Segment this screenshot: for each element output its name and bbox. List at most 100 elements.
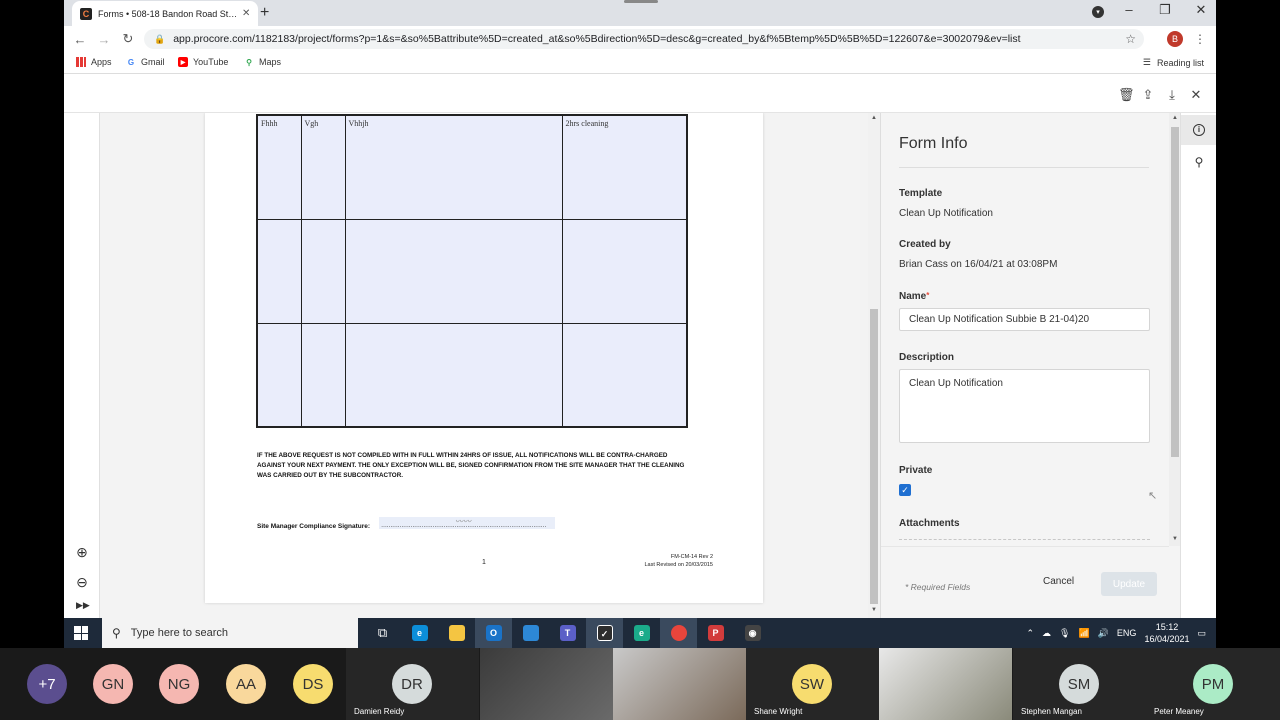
scroll-thumb[interactable] — [870, 309, 878, 604]
description-textarea[interactable]: Clean Up Notification — [899, 369, 1150, 443]
notifications-icon[interactable]: ▭ — [1197, 628, 1206, 639]
drag-grip[interactable] — [624, 0, 658, 3]
update-button[interactable]: Update — [1101, 572, 1157, 596]
scroll-down-icon[interactable]: ▼ — [871, 607, 877, 613]
close-icon[interactable]: ✕ — [1190, 87, 1202, 103]
chrome-icon[interactable] — [660, 618, 697, 648]
microphone-icon[interactable]: 🎙 — [1059, 628, 1070, 639]
bookmark-apps[interactable]: Apps — [76, 57, 112, 67]
participant-video[interactable] — [879, 648, 1012, 720]
youtube-icon: ▶ — [178, 57, 188, 67]
name-input[interactable]: Clean Up Notification Subbie B 21-04)20 — [899, 308, 1150, 331]
scroll-up-icon[interactable]: ▲ — [871, 115, 877, 121]
participant-video[interactable] — [480, 648, 613, 720]
overflow-badge: +7 — [27, 664, 67, 704]
scroll-thumb[interactable] — [1171, 127, 1179, 457]
form-table: Fhhh Vgh Vhhjh 2hrs cleaning — [256, 114, 688, 428]
minimize-icon[interactable]: – — [1122, 2, 1136, 18]
tab-search-icon[interactable]: ▾ — [1092, 6, 1104, 18]
private-checkbox[interactable]: ✓ — [899, 484, 911, 496]
zoom-in-icon[interactable]: ⊕ — [73, 544, 91, 562]
onedrive-icon[interactable]: ☁ — [1042, 628, 1051, 639]
delete-icon[interactable]: 🗑 — [1118, 87, 1135, 103]
participant-tile[interactable]: GN — [90, 648, 156, 720]
tray-expand-icon[interactable]: ⌃ — [1027, 628, 1035, 639]
edge-dev-icon[interactable]: e — [623, 618, 660, 648]
apps-grid-icon — [76, 57, 86, 67]
bookmark-label: Gmail — [141, 57, 165, 67]
profile-avatar[interactable]: B — [1167, 31, 1183, 47]
reading-list-label: Reading list — [1156, 57, 1204, 68]
system-tray: ⌃ ☁ 🎙 📶 🔊 ENG 15:12 16/04/2021 ▭ — [1027, 618, 1207, 648]
lock-icon[interactable]: 🔒 — [154, 34, 165, 45]
document-page: Fhhh Vgh Vhhjh 2hrs cleaning IF THE ABOV… — [205, 113, 763, 603]
snipping-icon[interactable]: ✓ — [586, 618, 623, 648]
browser-tab[interactable]: C Forms • 508-18 Bandon Road St… ✕ — [72, 1, 258, 26]
participant-overflow[interactable]: +7 — [0, 648, 90, 720]
search-tab[interactable]: ⚲ — [1181, 147, 1216, 177]
forward-icon[interactable]: → — [92, 32, 116, 47]
new-tab-icon[interactable]: + — [260, 4, 269, 22]
participant-tile[interactable]: DS — [288, 648, 346, 720]
table-cell: Vhhjh — [344, 114, 563, 220]
participant-video[interactable] — [613, 648, 746, 720]
browser-toolbar: ← → ↻ 🔒 app.procore.com/1182183/project/… — [64, 26, 1216, 52]
bookmark-maps[interactable]: ⚲ Maps — [244, 57, 281, 67]
network-icon[interactable]: 📶 — [1078, 628, 1089, 639]
participant-tile[interactable]: SW Shane Wright — [746, 648, 879, 720]
participant-tile[interactable]: PM Peter Meaney — [1146, 648, 1280, 720]
participant-tile[interactable]: AA — [222, 648, 288, 720]
name-label: Name* — [899, 291, 929, 302]
search-placeholder: Type here to search — [130, 627, 229, 639]
share-icon[interactable]: ⇪ — [1142, 87, 1154, 103]
volume-icon[interactable]: 🔊 — [1098, 628, 1109, 639]
close-window-icon[interactable]: ✕ — [1194, 2, 1208, 18]
avatar: DR — [392, 664, 432, 704]
created-by-label: Created by — [899, 239, 951, 250]
reload-icon[interactable]: ↻ — [116, 31, 140, 47]
participant-strip: +7 GN NG AA DS DR Damien Reidy SW Shane … — [0, 648, 1280, 720]
back-icon[interactable]: ← — [68, 32, 92, 47]
procore-favicon-icon: C — [80, 7, 92, 20]
panel-title: Form Info — [899, 135, 968, 152]
expand-icon[interactable]: ▶▶ — [76, 600, 90, 611]
outlook-icon[interactable]: O — [475, 618, 512, 648]
file-explorer-icon[interactable] — [438, 618, 475, 648]
participant-tile[interactable]: DR Damien Reidy — [346, 648, 479, 720]
info-tab[interactable]: i — [1181, 115, 1216, 145]
scroll-up-icon[interactable]: ▲ — [1172, 115, 1178, 121]
document-scrollbar[interactable]: ▲ ▼ — [868, 113, 880, 618]
language-indicator[interactable]: ENG — [1117, 628, 1137, 638]
windows-start-icon[interactable] — [74, 626, 88, 640]
download-icon[interactable]: ⤓ — [1166, 87, 1178, 103]
presenter-icon[interactable]: P — [697, 618, 734, 648]
close-tab-icon[interactable]: ✕ — [242, 8, 250, 19]
clock-date: 16/04/2021 — [1144, 634, 1190, 644]
task-view-icon[interactable]: ⧉ — [364, 618, 401, 648]
required-fields-note: * Required Fields — [905, 582, 971, 592]
bookmark-star-icon[interactable]: ☆ — [1125, 32, 1136, 46]
taskbar-search[interactable]: ⚲ Type here to search — [102, 618, 358, 648]
side-rail: i ⚲ — [1180, 113, 1216, 618]
teams-icon[interactable]: T — [549, 618, 586, 648]
browser-menu-icon[interactable]: ⋮ — [1194, 32, 1206, 46]
name-label-text: Name — [899, 291, 927, 302]
template-value: Clean Up Notification — [899, 208, 993, 219]
edge-icon[interactable]: e — [401, 618, 438, 648]
participant-tile[interactable]: SM Stephen Mangan — [1013, 648, 1146, 720]
bookmark-youtube[interactable]: ▶ YouTube — [178, 57, 228, 67]
store-icon[interactable] — [512, 618, 549, 648]
reading-list-icon: ☰ — [1142, 57, 1151, 67]
zoom-out-icon[interactable]: ⊖ — [73, 574, 91, 592]
scroll-down-icon[interactable]: ▼ — [1172, 536, 1178, 542]
restore-icon[interactable]: ❐ — [1158, 2, 1172, 18]
bookmark-gmail[interactable]: G Gmail — [126, 57, 165, 67]
cancel-button[interactable]: Cancel — [1043, 576, 1074, 587]
divider — [899, 167, 1149, 168]
table-cell — [300, 322, 346, 428]
camera-app-icon[interactable]: ◉ — [734, 618, 771, 648]
address-bar[interactable]: 🔒 app.procore.com/1182183/project/forms?… — [144, 29, 1144, 49]
reading-list-button[interactable]: ☰ Reading list — [1143, 57, 1204, 68]
clock[interactable]: 15:12 16/04/2021 — [1144, 621, 1189, 645]
participant-tile[interactable]: NG — [156, 648, 222, 720]
